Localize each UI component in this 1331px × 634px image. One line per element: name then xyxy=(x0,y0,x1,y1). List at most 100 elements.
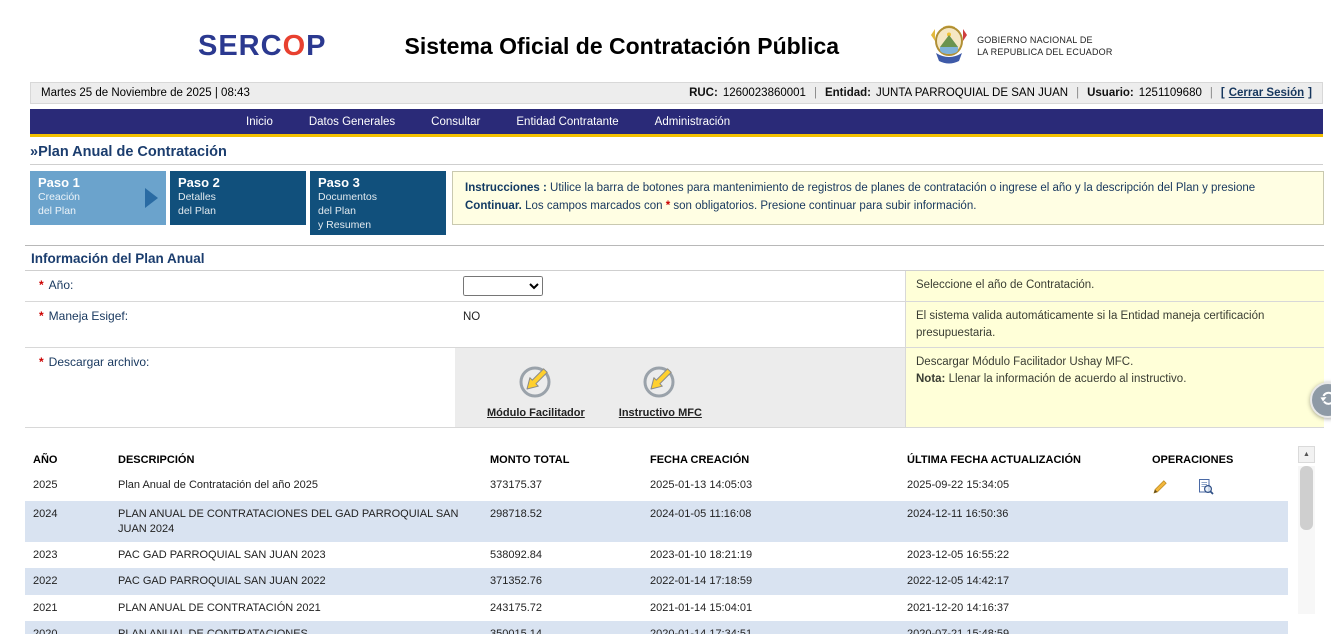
step-subtitle: Creación xyxy=(38,190,158,204)
scrollbar-thumb[interactable] xyxy=(1300,466,1313,530)
nota-label: Nota: xyxy=(916,373,945,385)
cell-descripcion: PAC GAD PARROQUIAL SAN JUAN 2022 xyxy=(110,568,482,594)
header-monto-total: MONTO TOTAL xyxy=(482,446,642,472)
table-row: 2022 PAC GAD PARROQUIAL SAN JUAN 2022 37… xyxy=(25,568,1288,594)
cell-actualizacion: 2025-09-22 15:34:05 xyxy=(899,472,1144,501)
instructions-text-3: son obligatorios. Presione continuar par… xyxy=(673,200,976,212)
instructions-continuar: Continuar. xyxy=(465,200,522,212)
cell-monto: 373175.37 xyxy=(482,472,642,501)
nota-text: Llenar la información de acuerdo al inst… xyxy=(949,373,1187,385)
cell-creacion: 2021-01-14 15:04:01 xyxy=(642,595,899,621)
cell-anio: 2020 xyxy=(25,621,110,634)
modulo-facilitador-link[interactable]: Módulo Facilitador xyxy=(487,407,585,419)
menu-item-entidad-contratante[interactable]: Entidad Contratante xyxy=(498,109,636,134)
form-row-anio: *Año: Seleccione el año de Contratación. xyxy=(25,271,1324,302)
cell-operaciones xyxy=(1144,568,1288,594)
separator: | xyxy=(1073,87,1082,99)
cell-actualizacion: 2024-12-11 16:50:36 xyxy=(899,501,1144,542)
table-row: 2024 PLAN ANUAL DE CONTRATACIONES DEL GA… xyxy=(25,501,1288,542)
cell-creacion: 2023-01-10 18:21:19 xyxy=(642,542,899,568)
cell-monto: 350015.14 xyxy=(482,621,642,634)
gov-line-2: LA REPUBLICA DEL ECUADOR xyxy=(977,46,1113,58)
ruc-label: RUC: xyxy=(689,87,718,99)
step-subtitle: Detalles xyxy=(178,190,298,204)
esigef-label-text: Maneja Esigef: xyxy=(49,309,128,323)
cell-operaciones xyxy=(1144,472,1288,501)
menu-item-datos-generales[interactable]: Datos Generales xyxy=(291,109,413,134)
government-label: GOBIERNO NACIONAL DE LA REPUBLICA DEL EC… xyxy=(977,34,1113,58)
esigef-label: * Maneja Esigef: xyxy=(25,302,455,347)
required-asterisk: * xyxy=(39,278,44,292)
entity-value: JUNTA PARROQUIAL DE SAN JUAN xyxy=(876,87,1068,99)
cell-monto: 538092.84 xyxy=(482,542,642,568)
descargar-label: *Descargar archivo: xyxy=(25,348,455,427)
step-title: Paso 1 xyxy=(38,175,158,190)
user-label: Usuario: xyxy=(1087,87,1134,99)
modulo-facilitador-download[interactable]: Módulo Facilitador xyxy=(487,358,585,419)
ruc-value: 1260023860001 xyxy=(723,87,806,99)
ecuador-coat-of-arms-icon xyxy=(929,23,969,70)
header-operaciones: OPERACIONES xyxy=(1144,446,1288,472)
step-arrow-icon xyxy=(145,188,158,208)
header-ultima-actualizacion: ÚLTIMA FECHA ACTUALIZACIÓN xyxy=(899,446,1144,472)
edit-plan-icon[interactable] xyxy=(1152,478,1169,495)
cell-operaciones xyxy=(1144,595,1288,621)
cell-monto: 298718.52 xyxy=(482,501,642,542)
sercop-logo: SERCOP xyxy=(198,30,326,63)
header-anio: AÑO xyxy=(25,446,110,472)
logout-link[interactable]: [ Cerrar Sesión ] xyxy=(1221,87,1312,99)
scroll-up-button[interactable]: ▲ xyxy=(1298,446,1315,463)
cell-anio: 2024 xyxy=(25,501,110,542)
form-row-descargar: *Descargar archivo: Módulo Facilitador xyxy=(25,348,1324,428)
instructions-box: Instrucciones : Utilice la barra de boto… xyxy=(452,171,1324,225)
cell-descripcion: PAC GAD PARROQUIAL SAN JUAN 2023 xyxy=(110,542,482,568)
menu-item-administracion[interactable]: Administración xyxy=(637,109,748,134)
wizard-steps: Paso 1 Creación del Plan Paso 2 Detalles… xyxy=(30,171,1324,235)
circular-arrow-icon xyxy=(1318,388,1331,413)
instructivo-mfc-link[interactable]: Instructivo MFC xyxy=(619,407,702,419)
cell-descripcion: PLAN ANUAL DE CONTRATACIÓN 2021 xyxy=(110,595,482,621)
anio-help: Seleccione el año de Contratación. xyxy=(905,271,1324,301)
instructivo-mfc-download[interactable]: Instructivo MFC xyxy=(619,358,702,419)
table-row: 2023 PAC GAD PARROQUIAL SAN JUAN 2023 53… xyxy=(25,542,1288,568)
session-bar: Martes 25 de Noviembre de 2025 | 08:43 R… xyxy=(30,82,1323,104)
user-value: 1251109680 xyxy=(1139,87,1202,99)
plans-table: AÑO DESCRIPCIÓN MONTO TOTAL FECHA CREACI… xyxy=(25,446,1288,634)
table-header-row: AÑO DESCRIPCIÓN MONTO TOTAL FECHA CREACI… xyxy=(25,446,1288,472)
step-subtitle: Documentos xyxy=(318,190,438,204)
step-subtitle: del Plan xyxy=(38,204,158,218)
plans-table-section: AÑO DESCRIPCIÓN MONTO TOTAL FECHA CREACI… xyxy=(25,446,1331,634)
year-select[interactable] xyxy=(463,276,543,296)
step-subtitle: del Plan xyxy=(178,204,298,218)
step-1-creacion: Paso 1 Creación del Plan xyxy=(30,171,166,225)
cell-monto: 371352.76 xyxy=(482,568,642,594)
cell-monto: 243175.72 xyxy=(482,595,642,621)
form-row-esigef: *Maneja Esigef: NO El sistema valida aut… xyxy=(25,302,1324,348)
required-asterisk: * xyxy=(666,200,670,212)
logout-label[interactable]: Cerrar Sesión xyxy=(1229,87,1304,99)
form-section-title: Información del Plan Anual xyxy=(25,246,1324,271)
view-plan-icon[interactable] xyxy=(1197,478,1214,495)
main-menu: Inicio Datos Generales Consultar Entidad… xyxy=(30,109,1323,137)
menu-item-inicio[interactable]: Inicio xyxy=(228,109,291,134)
vertical-scrollbar[interactable]: ▲ xyxy=(1298,446,1315,614)
separator: | xyxy=(1207,87,1216,99)
esigef-help: El sistema valida automáticamente si la … xyxy=(905,302,1324,347)
step-2-detalles: Paso 2 Detalles del Plan xyxy=(170,171,306,225)
cell-descripcion: PLAN ANUAL DE CONTRATACIONES xyxy=(110,621,482,634)
required-asterisk: * xyxy=(39,309,44,323)
cell-anio: 2025 xyxy=(25,472,110,501)
session-info: RUC: 1260023860001 | Entidad: JUNTA PARR… xyxy=(689,87,1312,99)
step-title: Paso 2 xyxy=(178,175,298,190)
step-3-documentos: Paso 3 Documentos del Plan y Resumen xyxy=(310,171,446,235)
header-descripcion: DESCRIPCIÓN xyxy=(110,446,482,472)
cell-operaciones xyxy=(1144,621,1288,634)
step-subtitle: del Plan xyxy=(318,204,438,218)
cell-actualizacion: 2023-12-05 16:55:22 xyxy=(899,542,1144,568)
entity-label: Entidad: xyxy=(825,87,871,99)
cell-anio: 2022 xyxy=(25,568,110,594)
government-branding: GOBIERNO NACIONAL DE LA REPUBLICA DEL EC… xyxy=(929,23,1113,70)
menu-item-consultar[interactable]: Consultar xyxy=(413,109,498,134)
cell-operaciones xyxy=(1144,542,1288,568)
scrollbar-track[interactable] xyxy=(1298,466,1315,614)
